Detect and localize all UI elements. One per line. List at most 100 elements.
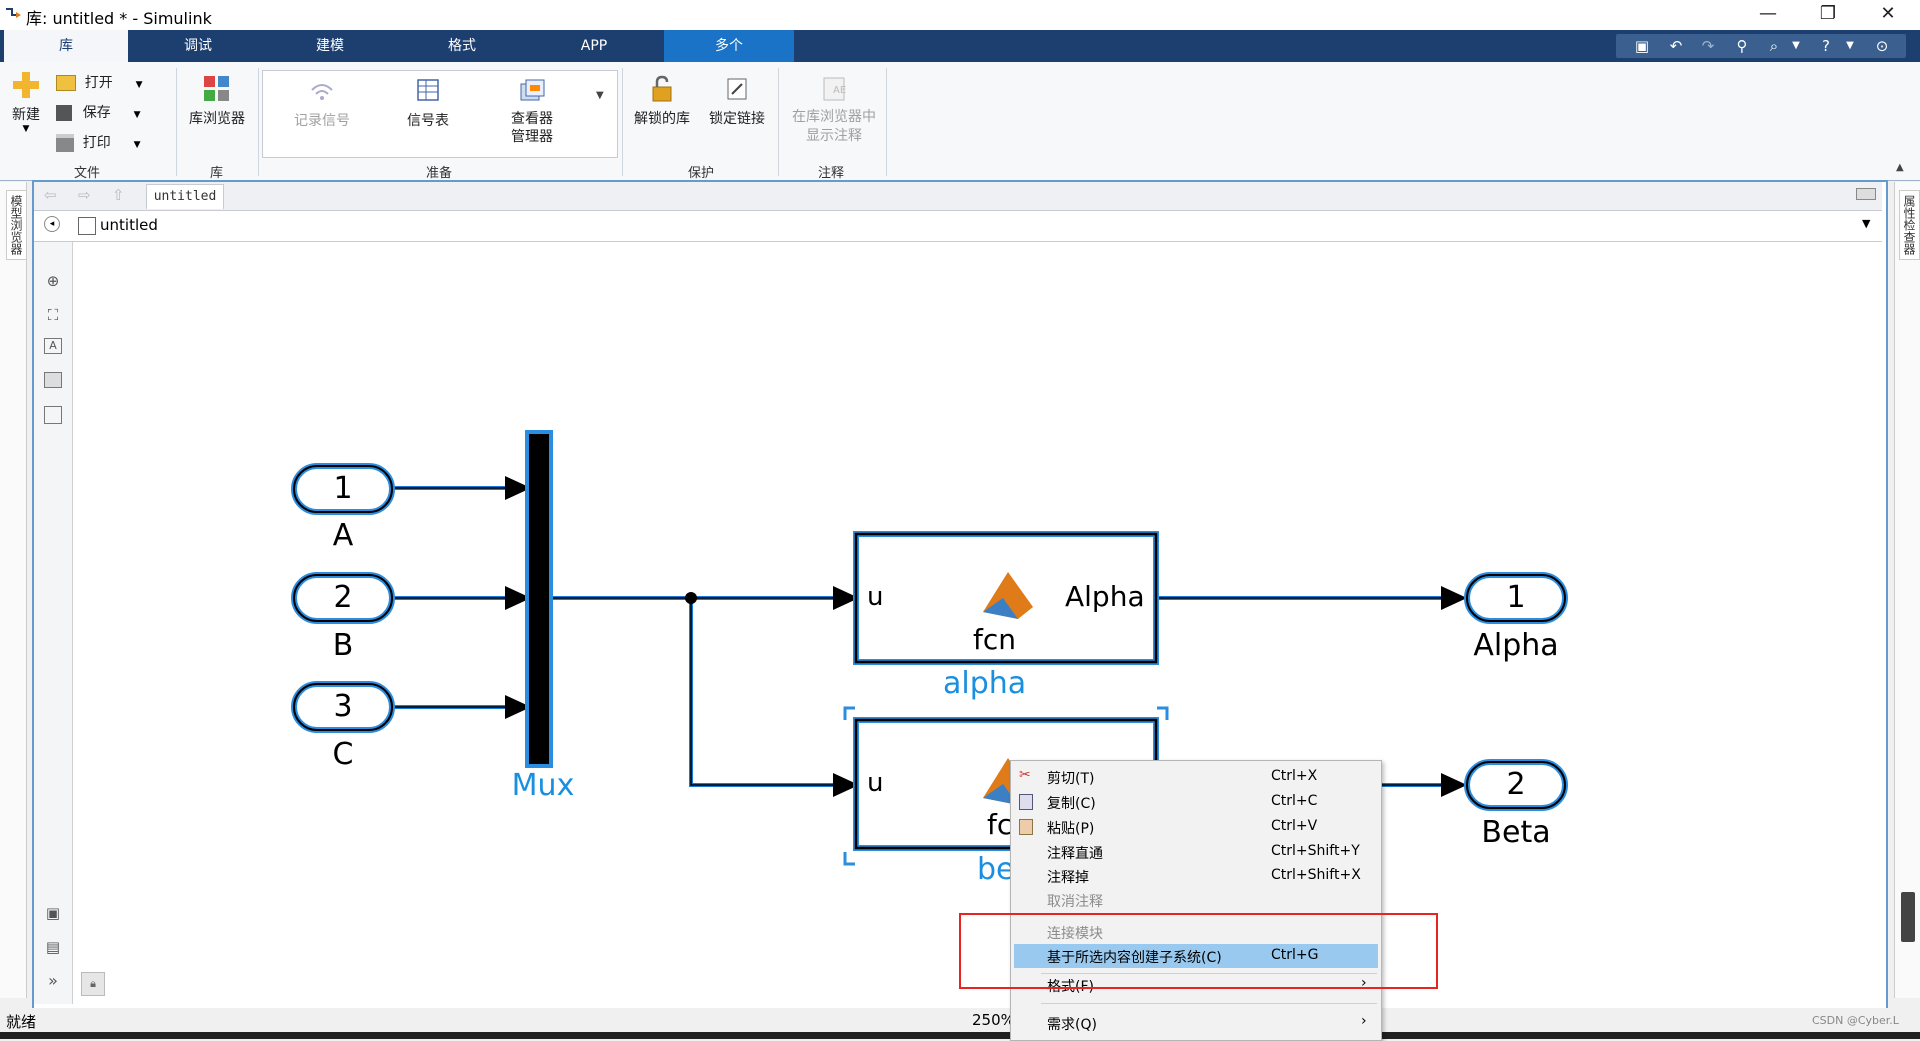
library-browser-label: 库浏览器: [189, 111, 245, 127]
alpha-in-port-label: u: [867, 582, 884, 612]
save-button[interactable]: 保存 ▼: [56, 102, 176, 124]
ribbon: 新建 ▼ 打开 ▼ 保存 ▼ 打印 ▼ 文件 库浏览器 库 记录信号 信号表 查…: [0, 62, 1920, 181]
menu-item-cut[interactable]: ✂ 剪切(T) Ctrl+X: [1011, 765, 1381, 789]
show-annotations-button[interactable]: AE 在库浏览器中 显示注释: [784, 74, 884, 158]
address-text[interactable]: untitled: [100, 216, 158, 234]
unlocked-library-button[interactable]: 解锁的库: [628, 74, 696, 154]
menu-item-label: 注释直通: [1047, 846, 1103, 862]
back-arrow-icon[interactable]: ⇦: [44, 186, 57, 204]
menu-item-copy[interactable]: 复制(C) Ctrl+C: [1011, 790, 1381, 814]
menu-item-comment-out[interactable]: 注释掉 Ctrl+Shift+X: [1011, 864, 1381, 888]
help-search-icon[interactable]: ⌕: [1762, 34, 1786, 58]
restore-button[interactable]: ❐: [1800, 0, 1856, 30]
tab-modeling[interactable]: 建模: [268, 30, 392, 62]
signal-table-button[interactable]: 信号表: [388, 76, 468, 148]
ribbon-tab-bar: 库 调试 建模 格式 APP 多个 ▣ ↶ ↷ ⚲ ⌕ ▼ ? ▼ ⊙: [0, 30, 1920, 62]
tab-app[interactable]: APP: [532, 30, 656, 62]
area-tool-icon[interactable]: [44, 406, 62, 424]
beta-fcn-label: fc: [987, 808, 1013, 841]
wifi-signal-icon: [311, 84, 333, 100]
collapse-ribbon-icon[interactable]: ▲: [1896, 162, 1904, 173]
tab-library[interactable]: 库: [4, 30, 128, 62]
inport-number: 3: [333, 689, 353, 724]
close-button[interactable]: ✕: [1860, 0, 1916, 30]
hide-toolbar-icon[interactable]: [1856, 188, 1876, 200]
search-icon[interactable]: ⚲: [1730, 34, 1754, 58]
menu-item-comment-through[interactable]: 注释直通 Ctrl+Shift+Y: [1011, 840, 1381, 864]
model-browser-toggle-icon[interactable]: ▤: [42, 936, 64, 958]
camera-icon[interactable]: ▣: [42, 902, 64, 924]
minimize-button[interactable]: —: [1740, 0, 1796, 30]
highlight-box: [959, 913, 1438, 989]
menu-item-shortcut: Ctrl+C: [1271, 793, 1318, 809]
show-annotations-label-2: 显示注释: [806, 128, 862, 144]
chevron-down-icon: ▼: [133, 140, 141, 150]
model-browser-strip[interactable]: 模型浏览器: [0, 182, 27, 998]
scroll-handle[interactable]: [1901, 892, 1915, 942]
settings-icon[interactable]: ⊙: [1870, 34, 1894, 58]
menu-item-uncomment[interactable]: 取消注释: [1011, 888, 1381, 912]
save-label: 保存: [82, 105, 111, 121]
svg-text:AE: AE: [833, 85, 846, 96]
annotation-tool-icon[interactable]: A: [44, 338, 62, 354]
new-plus-icon: [13, 72, 39, 98]
window-title: 库: untitled * - Simulink: [26, 9, 212, 28]
print-icon: [56, 133, 74, 152]
undo-icon[interactable]: ↶: [1664, 34, 1688, 58]
property-inspector-label[interactable]: 属性检查器: [1899, 190, 1920, 260]
fit-view-icon[interactable]: ⛶: [42, 304, 64, 326]
inport-number: 1: [333, 471, 353, 506]
menu-item-requirements[interactable]: 需求(Q) ›: [1011, 1011, 1381, 1035]
new-button[interactable]: 新建 ▼: [6, 70, 46, 158]
log-signal-button[interactable]: 记录信号: [282, 76, 362, 148]
menu-item-label: 注释掉: [1047, 870, 1089, 886]
redo-icon[interactable]: ↷: [1696, 34, 1720, 58]
address-dropdown-icon[interactable]: ▼: [1862, 217, 1870, 230]
divider: [778, 68, 779, 176]
up-arrow-icon[interactable]: ⇧: [112, 186, 125, 204]
beta-block-name: be: [977, 852, 1015, 887]
open-button[interactable]: 打开 ▼: [56, 72, 176, 94]
branch-point: [685, 592, 697, 604]
chevron-down-icon: ▼: [22, 124, 30, 134]
tab-debug[interactable]: 调试: [136, 30, 260, 62]
print-button[interactable]: 打印 ▼: [56, 132, 176, 154]
gallery-expand-icon[interactable]: ▼: [596, 90, 604, 101]
image-tool-icon[interactable]: [44, 372, 62, 388]
simulink-logo-icon: [6, 8, 21, 18]
unlocked-library-label: 解锁的库: [634, 111, 690, 127]
outport-name: Alpha: [1473, 628, 1559, 663]
property-inspector-strip[interactable]: 属性检查器: [1894, 182, 1920, 998]
save-icon[interactable]: ▣: [1630, 34, 1654, 58]
zoom-icon[interactable]: ⊕: [42, 270, 64, 292]
annotation-group-label: 注释: [818, 166, 845, 181]
divider: [176, 68, 177, 176]
alpha-block-name: alpha: [943, 666, 1027, 701]
menu-item-shortcut: Ctrl+Shift+X: [1271, 867, 1361, 883]
palette-toolbar: ⊕ ⛶ A ▣ ▤ »: [34, 242, 73, 1004]
tab-format[interactable]: 格式: [400, 30, 524, 62]
open-label: 打开: [84, 75, 113, 91]
divider: [886, 68, 887, 176]
menu-item-paste[interactable]: 粘贴(P) Ctrl+V: [1011, 815, 1381, 839]
help-icon[interactable]: ?: [1814, 34, 1838, 58]
model-icon: [78, 217, 96, 235]
model-browser-label[interactable]: 模型浏览器: [6, 190, 27, 260]
forward-arrow-icon[interactable]: ⇨: [78, 186, 91, 204]
diagram-canvas[interactable]: 🔒︎ 1 A 2 B 3 C Mux u Alpha fcn alpha u f…: [73, 242, 1881, 1004]
model-tab[interactable]: untitled: [146, 184, 224, 209]
chevron-down-icon[interactable]: ▼: [1784, 34, 1808, 58]
chevron-down-icon[interactable]: ▼: [1838, 34, 1862, 58]
tab-multiple[interactable]: 多个: [664, 30, 794, 62]
zoom-level[interactable]: 250%: [972, 1011, 1015, 1029]
file-group-label: 文件: [74, 166, 101, 181]
hide-explorer-icon[interactable]: ◂: [44, 216, 60, 232]
library-browser-button[interactable]: 库浏览器: [182, 74, 252, 154]
expand-palette-icon[interactable]: »: [42, 970, 64, 992]
viewer-manager-button[interactable]: 查看器 管理器: [492, 76, 572, 152]
inport-name: A: [332, 518, 354, 553]
viewer-manager-label-2: 管理器: [511, 129, 553, 145]
lock-links-button[interactable]: 锁定链接: [702, 74, 772, 154]
outport-name: Beta: [1481, 815, 1551, 850]
log-signal-label: 记录信号: [294, 113, 350, 129]
